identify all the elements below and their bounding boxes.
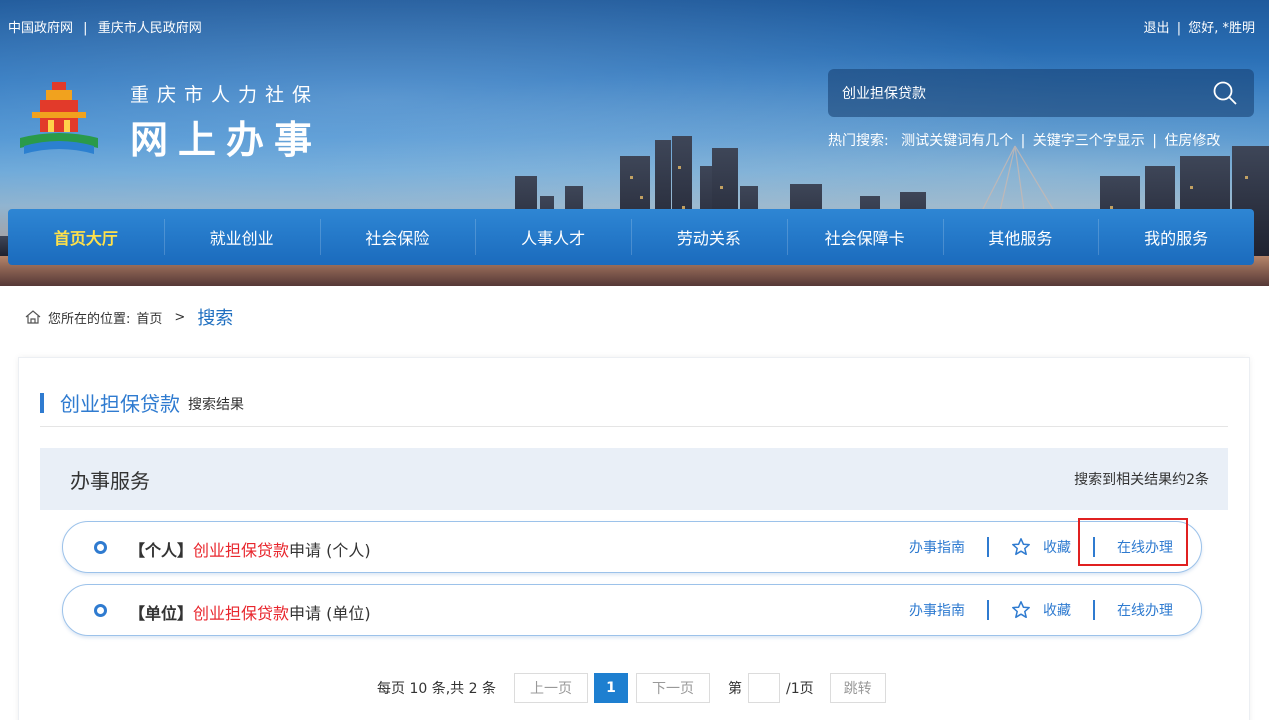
home-icon xyxy=(25,310,41,324)
hot-search-item[interactable]: 住房修改 xyxy=(1164,133,1220,149)
main-nav: 首页大厅 就业创业 社会保险 人事人才 劳动关系 社会保障卡 其他服务 我的服务 xyxy=(8,209,1254,265)
results-title: 创业担保贷款 搜索结果 xyxy=(40,388,244,417)
online-apply-link[interactable]: 在线办理 xyxy=(1117,600,1173,620)
breadcrumb-arrow: > xyxy=(174,309,186,325)
online-apply-highlight-box xyxy=(1078,518,1188,566)
hot-search-separator: | xyxy=(1020,133,1026,149)
nav-item-other-services[interactable]: 其他服务 xyxy=(942,209,1099,265)
top-links-left: 中国政府网 | 重庆市人民政府网 xyxy=(8,17,202,36)
guide-link[interactable]: 办事指南 xyxy=(909,537,965,557)
favorite-link[interactable]: 收藏 xyxy=(1043,537,1071,557)
results-count: 搜索到相关结果约2条 xyxy=(1074,472,1209,488)
result-actions: 办事指南 收藏 在线办理 xyxy=(909,585,1173,635)
result-tag: 【单位】 xyxy=(129,604,194,623)
search-box xyxy=(828,69,1254,117)
pagination-summary: 每页 10 条,共 2 条 xyxy=(377,681,496,697)
logo-subtitle: 重庆市人力社保 xyxy=(130,84,320,106)
star-icon[interactable] xyxy=(1011,537,1031,557)
hot-search-item[interactable]: 关键字三个字显示 xyxy=(1033,133,1145,149)
gov-link[interactable]: 中国政府网 xyxy=(8,21,73,36)
page-go-label: 第 xyxy=(727,681,742,697)
result-rest: 申请 (个人) xyxy=(289,541,371,560)
hrss-logo-icon xyxy=(20,82,98,154)
result-title[interactable]: 【个人】创业担保贷款申请 (个人) xyxy=(129,537,371,561)
action-separator xyxy=(987,600,989,620)
nav-item-my-services[interactable]: 我的服务 xyxy=(1098,209,1254,265)
total-pages-label: /1页 xyxy=(785,681,814,697)
breadcrumb-home-link[interactable]: 首页 xyxy=(136,308,162,327)
action-separator xyxy=(987,537,989,557)
title-divider xyxy=(40,426,1228,427)
title-accent-bar xyxy=(40,392,44,413)
result-keyword: 创业担保贷款 xyxy=(193,604,290,623)
hot-search-item[interactable]: 测试关键词有几个 xyxy=(901,133,1013,149)
top-links-right: 退出 | 您好, *胜明 xyxy=(1144,17,1255,36)
search-results-panel: 创业担保贷款 搜索结果 办事服务 搜索到相关结果约2条 【个人】创业担保贷款申请… xyxy=(18,357,1250,720)
breadcrumb: 您所在的位置: 首页 > 搜索 xyxy=(24,304,233,330)
hot-search-separator: | xyxy=(1152,133,1157,149)
section-title: 办事服务 xyxy=(70,468,150,493)
favorite-link[interactable]: 收藏 xyxy=(1043,600,1071,620)
result-rest: 申请 (单位) xyxy=(289,604,371,623)
action-separator xyxy=(1093,600,1095,620)
nav-item-personnel[interactable]: 人事人才 xyxy=(475,209,631,265)
page-number-button[interactable]: 1 xyxy=(593,673,628,703)
logout-link[interactable]: 退出 xyxy=(1144,21,1170,36)
nav-item-social-insurance[interactable]: 社会保险 xyxy=(319,209,476,265)
top-link-separator-right: | xyxy=(1176,21,1182,36)
result-title[interactable]: 【单位】创业担保贷款申请 (单位) xyxy=(129,600,371,624)
result-tag: 【个人】 xyxy=(129,541,194,560)
breadcrumb-label: 您所在的位置: xyxy=(48,311,131,327)
top-link-separator: | xyxy=(83,21,88,36)
result-row: 【单位】创业担保贷款申请 (单位) 办事指南 收藏 在线办理 xyxy=(62,584,1202,636)
section-header: 办事服务 搜索到相关结果约2条 xyxy=(40,448,1228,510)
result-row: 【个人】创业担保贷款申请 (个人) 办事指南 收藏 在线办理 xyxy=(62,521,1202,573)
nav-item-home-hall[interactable]: 首页大厅 xyxy=(8,209,164,265)
nav-item-employment[interactable]: 就业创业 xyxy=(163,209,320,265)
bullet-circle-icon xyxy=(94,604,107,617)
bullet-circle-icon xyxy=(94,541,107,554)
pagination: 每页 10 条,共 2 条 上一页 1 下一页 第 /1页 跳转 xyxy=(377,673,886,703)
search-icon[interactable] xyxy=(1212,80,1238,106)
next-page-button[interactable]: 下一页 xyxy=(635,673,710,703)
jump-button[interactable]: 跳转 xyxy=(829,673,886,703)
nav-item-labor-relations[interactable]: 劳动关系 xyxy=(631,209,787,265)
star-icon[interactable] xyxy=(1011,600,1031,620)
results-keyword: 创业担保贷款 xyxy=(60,392,180,416)
header-banner: 中国政府网 | 重庆市人民政府网 退出 | 您好, *胜明 重庆市人力社保 网上… xyxy=(0,0,1269,286)
result-keyword: 创业担保贷款 xyxy=(193,541,290,560)
hot-search-label: 热门搜索: xyxy=(828,133,889,149)
results-title-suffix: 搜索结果 xyxy=(188,397,244,413)
prev-page-button[interactable]: 上一页 xyxy=(513,673,588,703)
breadcrumb-current: 搜索 xyxy=(197,308,234,329)
user-greeting[interactable]: 您好, *胜明 xyxy=(1188,21,1255,36)
guide-link[interactable]: 办事指南 xyxy=(909,600,965,620)
hot-searches: 热门搜索: 测试关键词有几个 | 关键字三个字显示 | 住房修改 xyxy=(828,130,1220,150)
search-input[interactable] xyxy=(842,81,1202,105)
cq-gov-link[interactable]: 重庆市人民政府网 xyxy=(98,21,202,36)
nav-item-social-security-card[interactable]: 社会保障卡 xyxy=(786,209,943,265)
logo-text: 重庆市人力社保 网上办事 xyxy=(130,80,322,164)
logo-title: 网上办事 xyxy=(130,117,323,162)
page-number-input[interactable] xyxy=(747,673,780,703)
